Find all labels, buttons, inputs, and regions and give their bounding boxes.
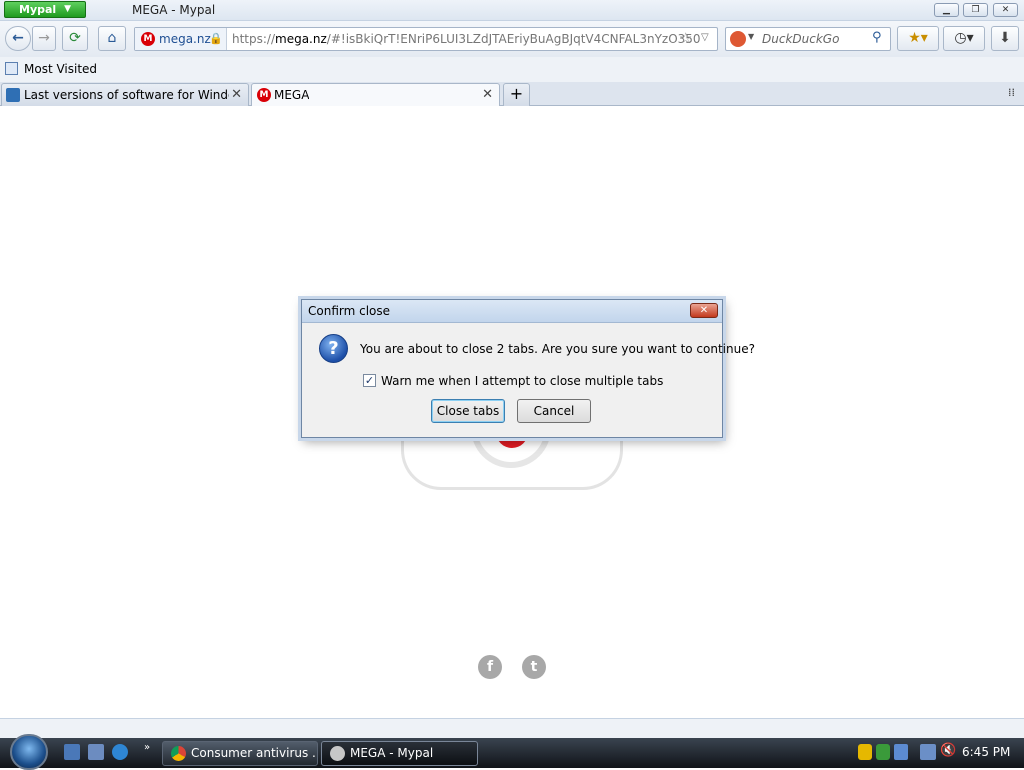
site-identity-label: mega.nz [159,32,211,46]
confirm-close-dialog: Confirm close ✕ ? You are about to close… [301,299,755,438]
navigation-toolbar: ← → ⟳ ⌂ M mega.nz 🔒 https://mega.nz/#!is… [0,21,1024,57]
site-identity-button[interactable]: M mega.nz 🔒 [135,28,227,50]
home-button[interactable]: ⌂ [98,26,126,51]
url-dropdown-icon[interactable]: ▽ [701,32,709,43]
most-visited-folder-icon [5,62,18,75]
chevron-down-icon: ▼ [64,4,71,14]
dialog-title: Confirm close [308,304,391,318]
mypal-icon [330,746,345,761]
bookmarks-toolbar: Most Visited [0,57,1024,82]
search-bar[interactable]: ▼ DuckDuckGo ⚲ [725,27,891,51]
site-favicon-icon [6,88,20,102]
chrome-icon [171,746,186,761]
internet-explorer-icon[interactable] [112,744,128,760]
taskbar-item-consumer-antivirus[interactable]: Consumer antivirus ... [162,741,318,766]
tab-strip: Last versions of software for Window... … [0,82,1024,106]
url-text[interactable]: https://mega.nz/#!isBkiQrT!ENriP6LUI3LZd… [232,28,701,50]
close-window-button[interactable]: ✕ [993,3,1018,17]
status-bar [0,718,1024,738]
search-input[interactable]: DuckDuckGo [762,28,839,50]
tab-label: Last versions of software for Window... [24,88,229,102]
mega-favicon-icon: M [257,88,271,102]
bookmark-most-visited[interactable]: Most Visited [24,62,97,76]
window-titlebar: Mypal ▼ MEGA - Mypal ▁ ❐ ✕ [0,0,1024,21]
history-menu-button[interactable]: ◷▾ [943,26,985,51]
security-shield-icon[interactable] [858,744,872,760]
question-icon: ? [319,334,348,363]
show-desktop-icon[interactable] [64,744,80,760]
downloads-button[interactable]: ⬇ [991,26,1019,51]
start-button[interactable] [10,734,48,770]
restore-button[interactable]: ❐ [963,3,988,17]
warn-multiple-tabs-checkbox[interactable]: ✓ [363,374,376,387]
search-engine-dropdown-icon[interactable]: ▼ [748,32,754,41]
tray-app-icon[interactable] [894,744,908,760]
tab-last-versions[interactable]: Last versions of software for Window... … [1,83,249,106]
twitter-icon[interactable]: t [522,655,546,679]
tab-mega[interactable]: M MEGA ✕ [251,83,500,106]
close-tabs-button[interactable]: Close tabs [431,399,505,423]
back-button[interactable]: ← [5,26,31,51]
close-tab-icon[interactable]: ✕ [231,87,242,102]
forward-button[interactable]: → [32,26,56,51]
minimize-button[interactable]: ▁ [934,3,959,17]
facebook-icon[interactable]: f [478,655,502,679]
warn-multiple-tabs-label[interactable]: Warn me when I attempt to close multiple… [381,374,663,388]
url-path: /#!isBkiQrT!ENriP6LUI3LZdJTAEriyBuAgBJqt… [326,32,701,46]
window-title: MEGA - Mypal [132,3,216,17]
close-tab-icon[interactable]: ✕ [482,87,493,102]
duckduckgo-icon[interactable] [730,31,746,47]
switch-windows-icon[interactable] [88,744,104,760]
cancel-button[interactable]: Cancel [517,399,591,423]
dialog-close-button[interactable]: ✕ [690,303,718,318]
bookmark-star-icon[interactable]: ☆ [679,29,692,47]
quicklaunch-overflow-icon[interactable]: » [144,742,150,753]
taskbar-item-label: MEGA - Mypal [350,746,434,760]
taskbar-item-label: Consumer antivirus ... [191,746,318,760]
network-icon[interactable] [920,744,936,760]
url-scheme: https:// [232,32,276,46]
taskbar-clock[interactable]: 6:45 PM [962,745,1010,759]
new-tab-button[interactable]: + [503,83,530,106]
url-host: mega.nz [275,32,327,46]
list-all-tabs-icon[interactable]: ⁞⁞ [1008,86,1015,99]
mega-favicon-icon: M [141,32,155,46]
tray-app-icon[interactable] [876,744,890,760]
lock-warning-icon: 🔒 [209,32,223,45]
app-menu-label: Mypal [19,3,57,16]
bookmarks-menu-button[interactable]: ★▾ [897,26,939,51]
dialog-titlebar: Confirm close ✕ [302,300,722,323]
tab-label: MEGA [274,88,310,102]
volume-muted-icon[interactable]: 🔇 [940,743,956,758]
app-menu-button[interactable]: Mypal ▼ [4,1,86,18]
url-bar[interactable]: M mega.nz 🔒 https://mega.nz/#!isBkiQrT!E… [134,27,718,51]
search-icon[interactable]: ⚲ [872,30,882,45]
dialog-message: You are about to close 2 tabs. Are you s… [360,342,755,356]
reload-button[interactable]: ⟳ [62,26,88,51]
taskbar-item-mega-mypal[interactable]: MEGA - Mypal [321,741,478,766]
